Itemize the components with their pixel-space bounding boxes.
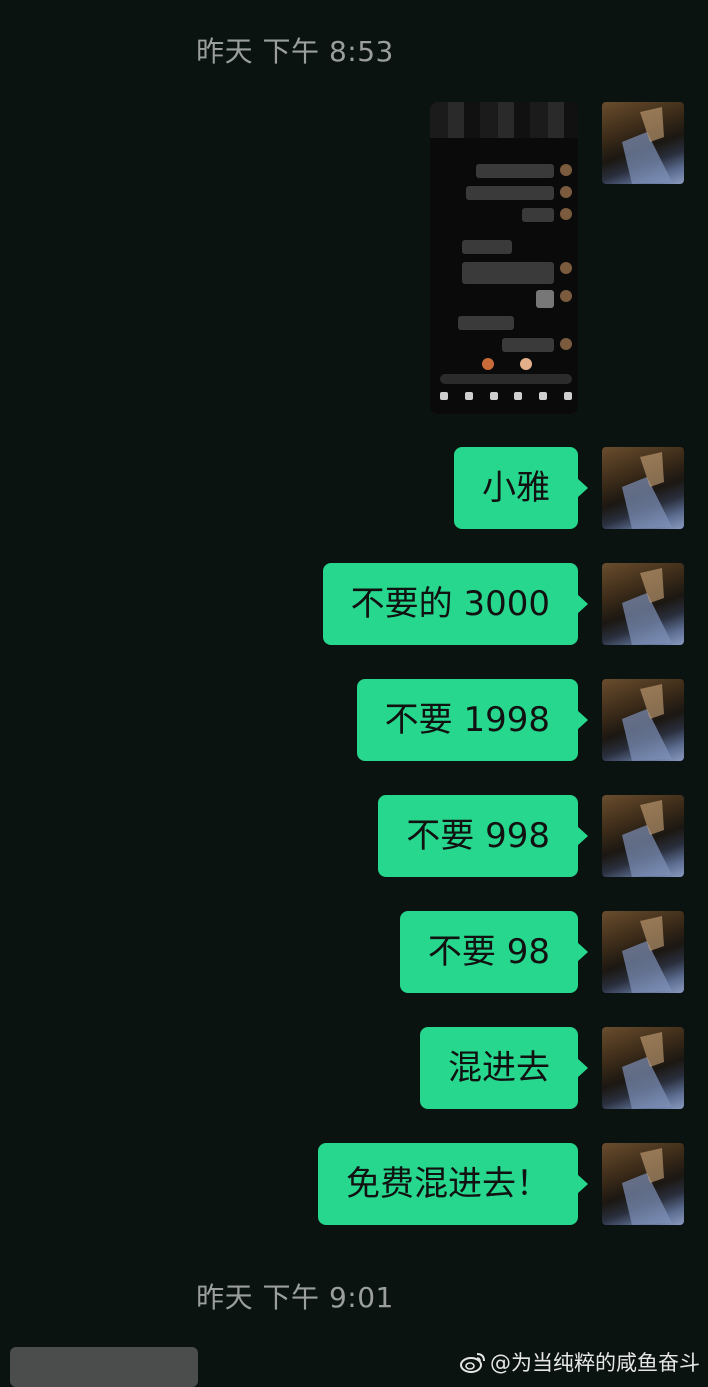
- avatar[interactable]: [602, 102, 684, 184]
- thumbnail-input: [440, 374, 572, 384]
- thumbnail-avatar: [560, 262, 572, 274]
- thumbnail-bubble: [458, 316, 514, 330]
- watermark-text: @为当纯粹的咸鱼奋斗: [490, 1351, 700, 1375]
- thumbnail-bubble: [476, 164, 554, 178]
- avatar[interactable]: [602, 1027, 684, 1109]
- thumbnail-bubble: [462, 262, 554, 284]
- thumbnail-bubble: [522, 208, 554, 222]
- thumbnail-emoji: [520, 358, 532, 370]
- message-bubble[interactable]: 不要 998: [378, 795, 588, 877]
- thumbnail-toolbar: [440, 392, 572, 402]
- timestamp: 昨天 下午 9:01: [196, 1281, 394, 1314]
- thumbnail-bubble: [466, 186, 554, 200]
- avatar[interactable]: [602, 563, 684, 645]
- avatar[interactable]: [602, 1143, 684, 1225]
- watermark: @为当纯粹的咸鱼奋斗: [460, 1347, 700, 1377]
- avatar[interactable]: [602, 679, 684, 761]
- message-bubble[interactable]: 不要 1998: [356, 679, 589, 761]
- thumbnail-avatar: [560, 208, 572, 220]
- weibo-icon: [460, 1353, 485, 1373]
- thumbnail-avatar: [560, 186, 572, 198]
- image-message[interactable]: [430, 102, 578, 414]
- timestamp: 昨天 下午 8:53: [196, 35, 394, 68]
- thumbnail-avatar: [560, 338, 572, 350]
- thumbnail-avatar: [560, 290, 572, 302]
- input-bar[interactable]: [10, 1347, 198, 1387]
- avatar[interactable]: [602, 447, 684, 529]
- message-bubble[interactable]: 免费混进去！: [318, 1143, 588, 1225]
- thumbnail-sticker: [536, 290, 554, 308]
- thumbnail-bubble: [502, 338, 554, 352]
- message-bubble[interactable]: 小雅: [454, 447, 588, 529]
- message-bubble[interactable]: 不要的 3000: [322, 563, 589, 645]
- thumbnail-bubble: [462, 240, 512, 254]
- thumbnail-avatar: [560, 164, 572, 176]
- message-bubble[interactable]: 混进去: [420, 1027, 588, 1109]
- avatar[interactable]: [602, 911, 684, 993]
- avatar[interactable]: [602, 795, 684, 877]
- message-bubble[interactable]: 不要 98: [399, 911, 589, 993]
- blurred-header: [430, 102, 578, 138]
- thumbnail-emoji: [482, 358, 494, 370]
